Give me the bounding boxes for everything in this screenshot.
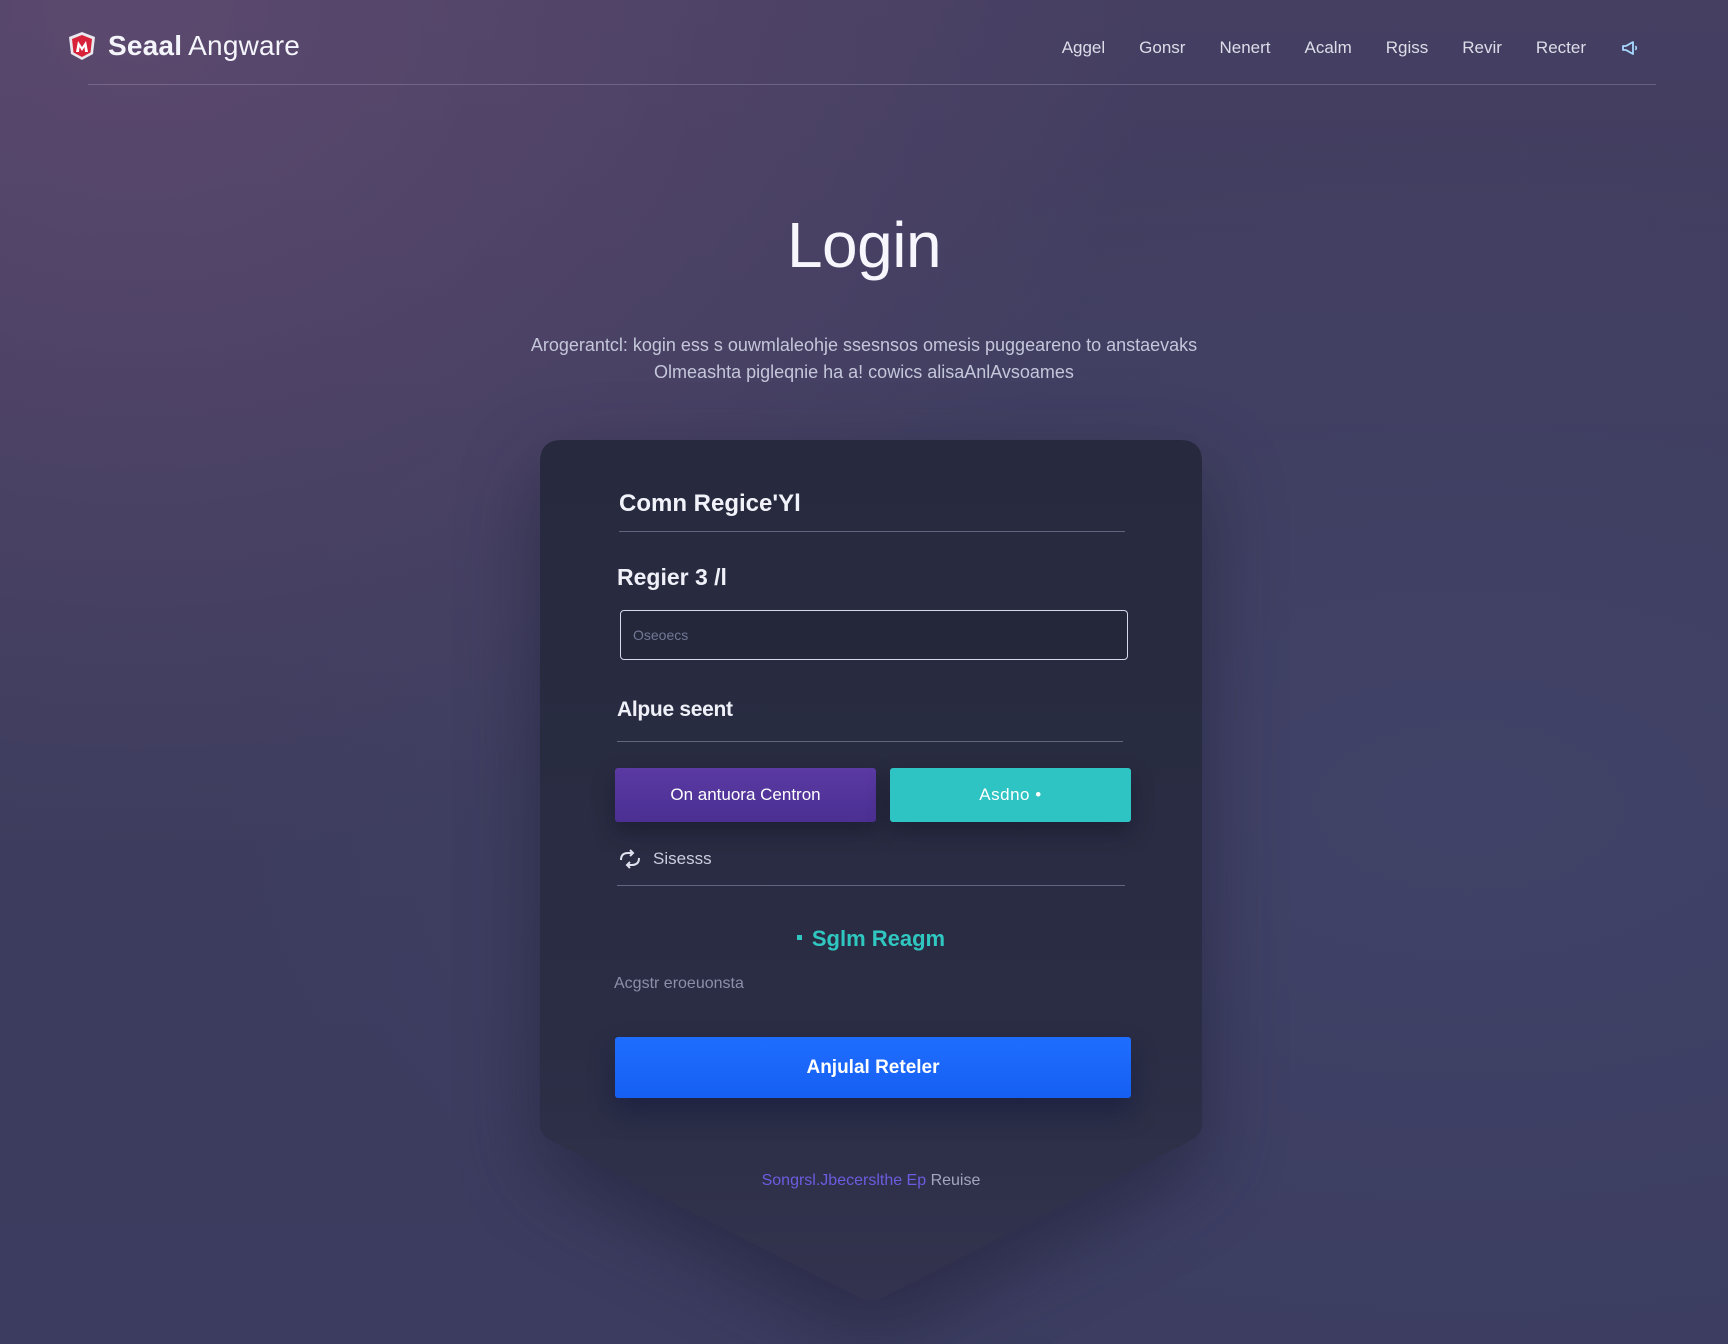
brand-name-primary: Seaal [108, 30, 183, 61]
nav-item-1[interactable]: Aggel [1062, 38, 1105, 58]
brand[interactable]: Seaal Angware [66, 30, 300, 62]
login-register-link[interactable]: Sglm Reagm [540, 926, 1202, 952]
status-row: Sisesss [617, 848, 712, 870]
teal-action-button[interactable]: Asdno • [890, 768, 1131, 822]
section-label: Alpue seent [617, 698, 733, 721]
login-register-link-text: Sglm Reagm [811, 926, 946, 951]
top-header: Seaal Angware Aggel Gonsr Nenert Acalm Rg… [0, 0, 1728, 86]
nav-item-4[interactable]: Acalm [1305, 38, 1352, 58]
bullet-icon [796, 934, 802, 940]
heading-divider [619, 531, 1125, 532]
nav-item-3[interactable]: Nenert [1219, 38, 1270, 58]
sync-icon [620, 849, 640, 869]
status-divider [617, 885, 1125, 886]
footer-link[interactable]: Songrsl.Jbecerslthe Ep Reuise [540, 1172, 1202, 1190]
main-nav: Aggel Gonsr Nenert Acalm Rgiss Revir Rec… [1062, 38, 1640, 58]
nav-item-5[interactable]: Rgiss [1386, 38, 1429, 58]
megaphone-icon[interactable] [1620, 38, 1640, 58]
submit-button[interactable]: Anjulal Reteler [615, 1037, 1131, 1098]
login-card: Comn Regice'Yl Regier 3 /l Alpue seent O… [540, 440, 1202, 1300]
section-divider [617, 741, 1123, 742]
brand-name: Seaal Angware [108, 30, 300, 62]
status-text: Sisesss [653, 849, 712, 868]
nav-item-2[interactable]: Gonsr [1139, 38, 1185, 58]
nav-item-6[interactable]: Revir [1462, 38, 1502, 58]
shield-logo-icon [69, 32, 95, 60]
footer-link-accent: Songrsl.Jbecerslthe Ep [761, 1172, 927, 1189]
card-heading: Comn Regice'Yl [619, 490, 801, 517]
header-divider [88, 84, 1656, 85]
purple-action-button[interactable]: On antuora Centron [615, 768, 876, 822]
nav-item-7[interactable]: Recter [1536, 38, 1586, 58]
register-input[interactable] [620, 610, 1128, 660]
helper-text: Acgstr eroeuonsta [614, 975, 744, 992]
input-label: Regier 3 /l [617, 564, 727, 590]
page-title: Login [786, 209, 942, 281]
brand-name-secondary: Angware [188, 30, 301, 61]
footer-link-plain: Reuise [930, 1172, 981, 1189]
page-subtitle: Arogerantcl: kogin ess s ouwmlaleohje ss… [530, 335, 1198, 382]
